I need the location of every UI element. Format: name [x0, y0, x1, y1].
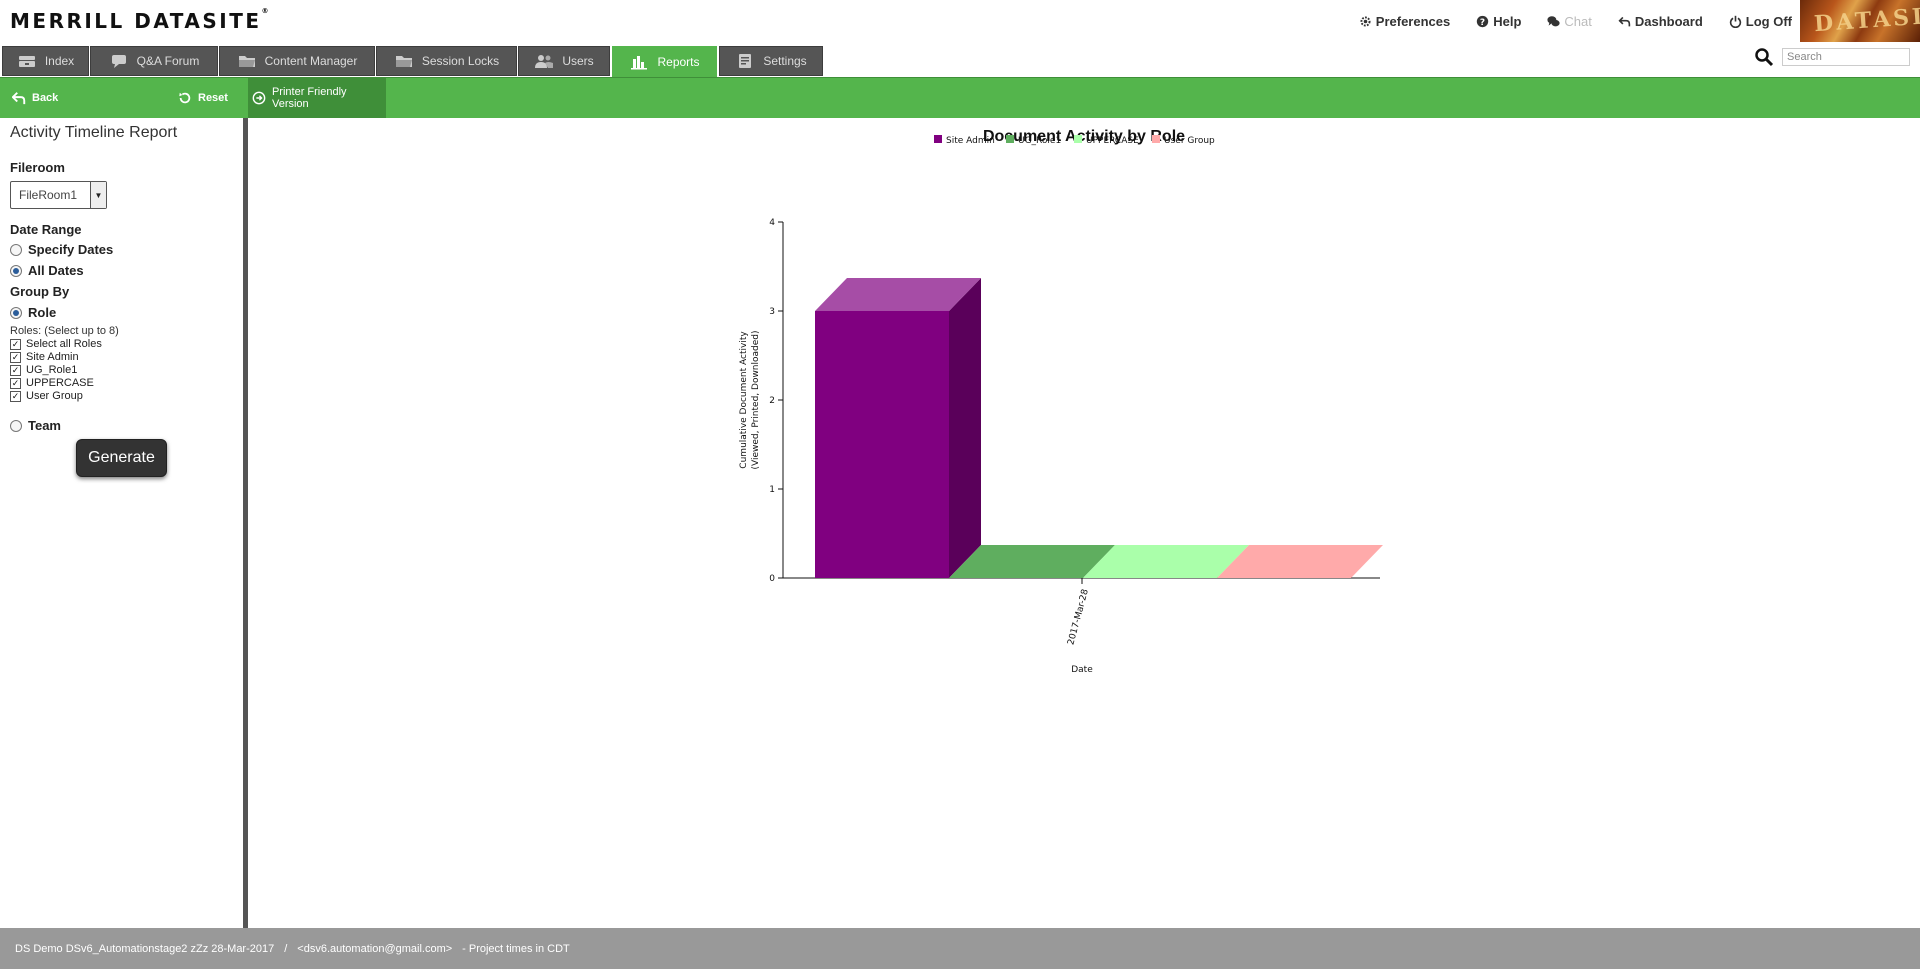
- select-all-roles-checkbox[interactable]: ✓ Select all Roles: [10, 338, 102, 350]
- chat-icon: [1547, 16, 1560, 27]
- settings-icon: [739, 54, 752, 68]
- checkbox[interactable]: ✓: [10, 364, 21, 376]
- bar-site-admin: [815, 278, 981, 578]
- legend-label: User Group: [1164, 136, 1215, 146]
- dashboard-link[interactable]: Dashboard: [1618, 14, 1703, 29]
- checkbox[interactable]: ✓: [10, 351, 21, 363]
- search-icon[interactable]: [1754, 47, 1774, 67]
- circle-arrow-icon: [252, 91, 266, 105]
- page-title: Activity Timeline Report: [10, 124, 178, 141]
- footer-email: <dsv6.automation@gmail.com>: [297, 942, 453, 955]
- help-link[interactable]: ? Help: [1476, 14, 1521, 29]
- legend-swatch: [1074, 135, 1082, 143]
- footer-separator: /: [284, 942, 288, 955]
- legend-swatch: [1006, 135, 1014, 143]
- search-box: [1754, 47, 1910, 67]
- brand-image: DATASITE: [1800, 0, 1920, 42]
- x-tick-label: 2017-Mar-28: [1066, 588, 1091, 646]
- date-range-label: Date Range: [10, 222, 82, 237]
- log-off-link[interactable]: Log Off: [1729, 14, 1792, 29]
- tab-index[interactable]: Index: [2, 46, 89, 76]
- back-arrow-icon: [1618, 16, 1631, 27]
- radio-button[interactable]: [10, 419, 22, 432]
- group-by-label: Group By: [10, 284, 70, 299]
- report-options-panel: Activity Timeline Report Fileroom FileRo…: [0, 118, 243, 928]
- bar-front: [815, 311, 949, 578]
- x-axis-label: Date: [1071, 665, 1093, 675]
- tab-bar: Index Q&A Forum Content Manager Session …: [0, 46, 1920, 77]
- gear-icon: [1360, 16, 1371, 27]
- reset-button[interactable]: Reset: [178, 78, 228, 118]
- svg-text:?: ?: [1480, 18, 1485, 28]
- y-axis-label-line-2: (Viewed, Printed, Downloaded): [751, 330, 761, 469]
- legend-label: UG_Role1: [1018, 136, 1061, 146]
- footer: DS Demo DSv6_Automationstage2 zZz 28-Mar…: [0, 928, 1920, 969]
- role-checkbox-site-admin[interactable]: ✓ Site Admin: [10, 351, 79, 363]
- plot-area: 0 1 2 3 4 2017-Mar-28: [769, 218, 1383, 646]
- top-links: Preferences ? Help Chat Dashboard Log Of…: [1359, 14, 1792, 29]
- legend-label: UPPERCASE: [1086, 136, 1139, 146]
- checkbox[interactable]: ✓: [10, 390, 21, 402]
- header: MERRILL DATASITE® Preferences ? Help Cha…: [0, 0, 1920, 46]
- legend-swatch: [1152, 135, 1160, 143]
- role-checkbox-ug-role1[interactable]: ✓ UG_Role1: [10, 364, 77, 376]
- power-icon: [1729, 15, 1741, 28]
- team-radio[interactable]: Team: [10, 418, 61, 433]
- search-input[interactable]: [1782, 48, 1910, 66]
- legend-swatch: [934, 135, 942, 143]
- tab-settings[interactable]: Settings: [719, 46, 823, 76]
- index-icon: [18, 56, 35, 67]
- tab-qa-forum[interactable]: Q&A Forum: [90, 46, 218, 76]
- radio-button[interactable]: [10, 264, 22, 277]
- document-activity-chart: Document Activity by Role Site Admin UG_R…: [739, 128, 1383, 675]
- tab-session-locks[interactable]: Session Locks: [376, 46, 517, 76]
- folder-icon: [238, 56, 255, 67]
- folder-icon: [395, 56, 412, 67]
- merrill-datasite-logo: MERRILL DATASITE®: [10, 7, 269, 33]
- role-checkbox-user-group[interactable]: ✓ User Group: [10, 390, 83, 402]
- chat-link[interactable]: Chat: [1547, 14, 1592, 29]
- preferences-link[interactable]: Preferences: [1359, 14, 1450, 29]
- y-tick-label: 2: [769, 396, 775, 406]
- chevron-down-icon: ▼: [90, 182, 106, 208]
- printer-friendly-button[interactable]: Printer Friendly Version: [248, 78, 386, 118]
- chart-area: Document Activity by Role Site Admin UG_R…: [248, 118, 1920, 928]
- back-button[interactable]: Back: [12, 78, 58, 118]
- legend-item: Site Admin: [934, 135, 995, 146]
- y-tick-label: 4: [769, 218, 775, 228]
- checkbox[interactable]: ✓: [10, 338, 21, 350]
- radio-button[interactable]: [10, 306, 22, 319]
- y-axis-label: Cumulative Document Activity (Viewed, Pr…: [739, 330, 761, 469]
- y-tick-label: 1: [769, 485, 775, 495]
- footer-timezone: - Project times in CDT: [462, 942, 570, 955]
- report-toolbar: Back Reset Printer Friendly Version: [0, 77, 1920, 118]
- bar-chart-icon: [631, 55, 648, 69]
- tab-content-manager[interactable]: Content Manager: [219, 46, 375, 76]
- y-axis-label-line-1: Cumulative Document Activity: [739, 331, 749, 469]
- radio-button[interactable]: [10, 243, 22, 256]
- back-arrow-icon: [12, 92, 26, 105]
- all-dates-radio[interactable]: All Dates: [10, 263, 84, 278]
- users-icon: [535, 55, 554, 68]
- help-icon: ?: [1477, 15, 1489, 28]
- tab-users[interactable]: Users: [518, 46, 610, 76]
- y-tick-label: 3: [769, 307, 775, 317]
- y-tick-label: 0: [769, 574, 775, 584]
- role-checkbox-uppercase[interactable]: ✓ UPPERCASE: [10, 377, 94, 389]
- footer-project: DS Demo DSv6_Automationstage2 zZz 28-Mar…: [15, 942, 275, 955]
- tab-reports[interactable]: Reports: [612, 46, 717, 77]
- specify-dates-radio[interactable]: Specify Dates: [10, 242, 113, 257]
- bar-side: [949, 278, 981, 578]
- roles-hint: Roles: (Select up to 8): [10, 325, 119, 337]
- reset-icon: [179, 92, 191, 104]
- role-radio[interactable]: Role: [10, 305, 56, 320]
- fileroom-select[interactable]: FileRoom1 ▼: [10, 181, 107, 209]
- fileroom-label: Fileroom: [10, 160, 65, 175]
- checkbox[interactable]: ✓: [10, 377, 21, 389]
- generate-button[interactable]: Generate: [76, 439, 167, 477]
- speech-bubble-icon: [111, 55, 126, 68]
- legend-label: Site Admin: [946, 136, 995, 146]
